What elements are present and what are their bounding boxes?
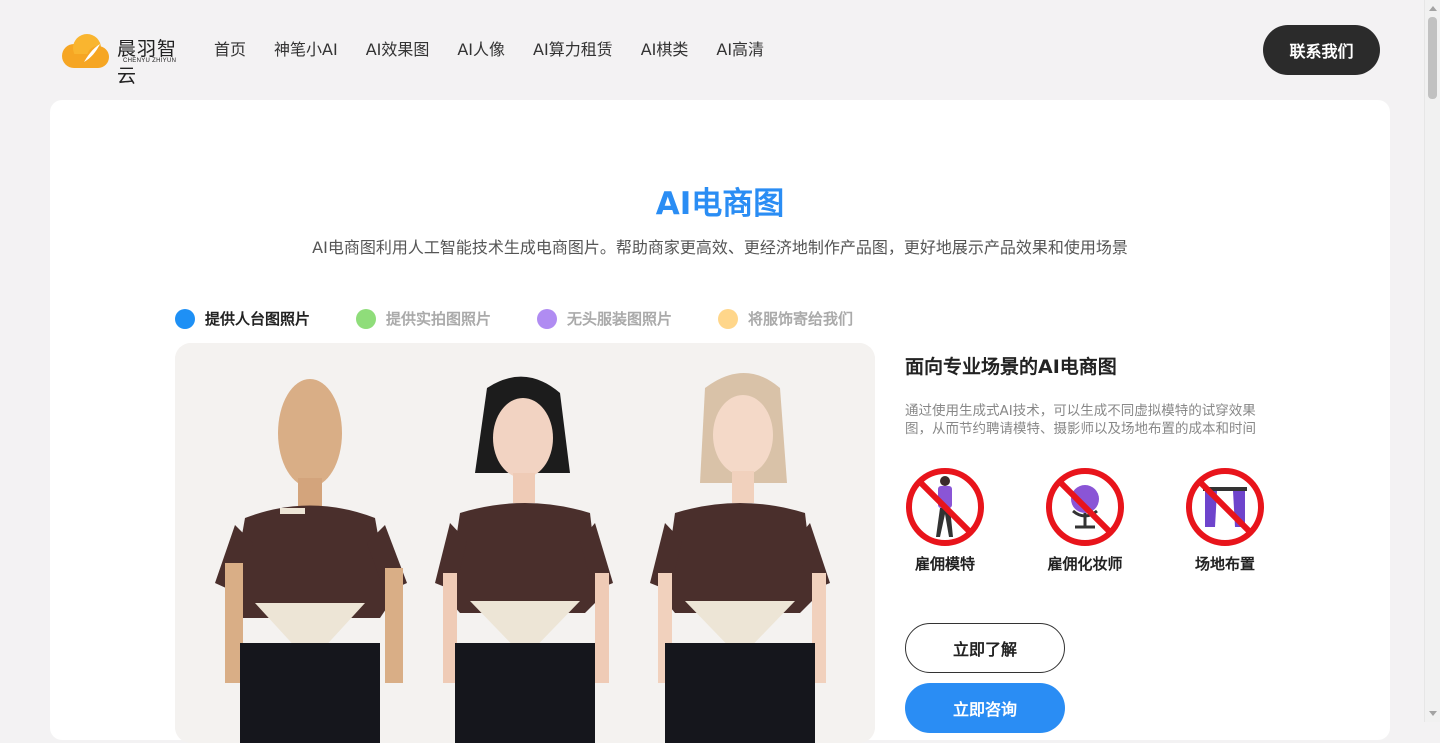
nav-ai-renderings[interactable]: AI效果图 [352, 38, 444, 62]
tab-dot-icon [175, 308, 195, 329]
tab-label: 提供实拍图照片 [386, 310, 492, 328]
nav-ai-chess[interactable]: AI棋类 [627, 38, 703, 62]
consult-now-button[interactable]: 立即咨询 [905, 683, 1065, 733]
page-subtitle: AI电商图利用人工智能技术生成电商图片。帮助商家更高效、更经济地制作产品图，更好… [312, 238, 1128, 257]
logo-subtitle: CHENYU ZHIYUN [123, 58, 177, 64]
product-model-image [175, 343, 875, 743]
tab-mail-garments[interactable]: 将服饰寄给我们 [718, 308, 853, 329]
no-makeup-artist-icon [1046, 468, 1124, 546]
tab-dot-icon [537, 308, 558, 329]
tab-headless-garment-photo[interactable]: 无头服装图照片 [537, 308, 672, 329]
scroll-down-arrow-icon[interactable] [1429, 711, 1437, 716]
page-title: AI电商图 [655, 186, 785, 222]
no-makeup-artist-item: 雇佣化妆师 [1045, 467, 1125, 574]
nav-ai-compute-rental[interactable]: AI算力租赁 [519, 38, 627, 62]
scrollbar-thumb[interactable] [1428, 17, 1437, 99]
main-nav: 首页 神笔小AI AI效果图 AI人像 AI算力租赁 AI棋类 AI高清 [200, 38, 778, 62]
no-venue-icon [1186, 468, 1264, 546]
nav-ai-portrait[interactable]: AI人像 [443, 38, 519, 62]
contact-us-button[interactable]: 联系我们 [1263, 25, 1380, 75]
no-venue-item: 场地布置 [1185, 467, 1265, 574]
tab-dot-icon [356, 308, 377, 329]
panel-title: 面向专业场景的AI电商图 [905, 356, 1117, 378]
source-tabs: 提供人台图照片 提供实拍图照片 无头服装图照片 将服饰寄给我们 [175, 308, 899, 329]
nav-shenbi-ai[interactable]: 神笔小AI [260, 38, 352, 62]
tab-label: 无头服装图照片 [567, 310, 673, 328]
cost-saving-icons: 雇佣模特 雇佣化妆师 场地布置 [905, 467, 1275, 577]
cloud-logo-icon [62, 34, 109, 68]
no-model-label: 雇佣模特 [914, 555, 975, 573]
tab-mannequin-photo[interactable]: 提供人台图照片 [175, 308, 310, 329]
no-makeup-artist-label: 雇佣化妆师 [1047, 555, 1123, 573]
mannequin-and-models-illustration [175, 343, 875, 743]
header: 晨羽智云 CHENYU ZHIYUN 首页 神笔小AI AI效果图 AI人像 A… [0, 0, 1424, 100]
tab-label: 将服饰寄给我们 [748, 310, 854, 328]
nav-ai-hd[interactable]: AI高清 [702, 38, 778, 62]
learn-more-button[interactable]: 立即了解 [905, 623, 1065, 673]
scroll-up-arrow-icon[interactable] [1429, 6, 1437, 11]
no-venue-label: 场地布置 [1194, 555, 1255, 573]
content-card: AI电商图 AI电商图利用人工智能技术生成电商图片。帮助商家更高效、更经济地制作… [50, 100, 1390, 743]
tab-dot-icon [718, 308, 739, 329]
scrollbar[interactable] [1424, 0, 1440, 722]
no-model-item: 雇佣模特 [905, 467, 985, 574]
tab-label: 提供人台图照片 [205, 310, 311, 328]
nav-home[interactable]: 首页 [200, 38, 260, 62]
no-model-icon [906, 468, 984, 546]
panel-description: 通过使用生成式AI技术，可以生成不同虚拟模特的试穿效果图，从而节约聘请模特、摄影… [905, 403, 1256, 437]
logo[interactable]: 晨羽智云 CHENYU ZHIYUN [60, 30, 190, 87]
tab-real-photo[interactable]: 提供实拍图照片 [356, 308, 491, 329]
